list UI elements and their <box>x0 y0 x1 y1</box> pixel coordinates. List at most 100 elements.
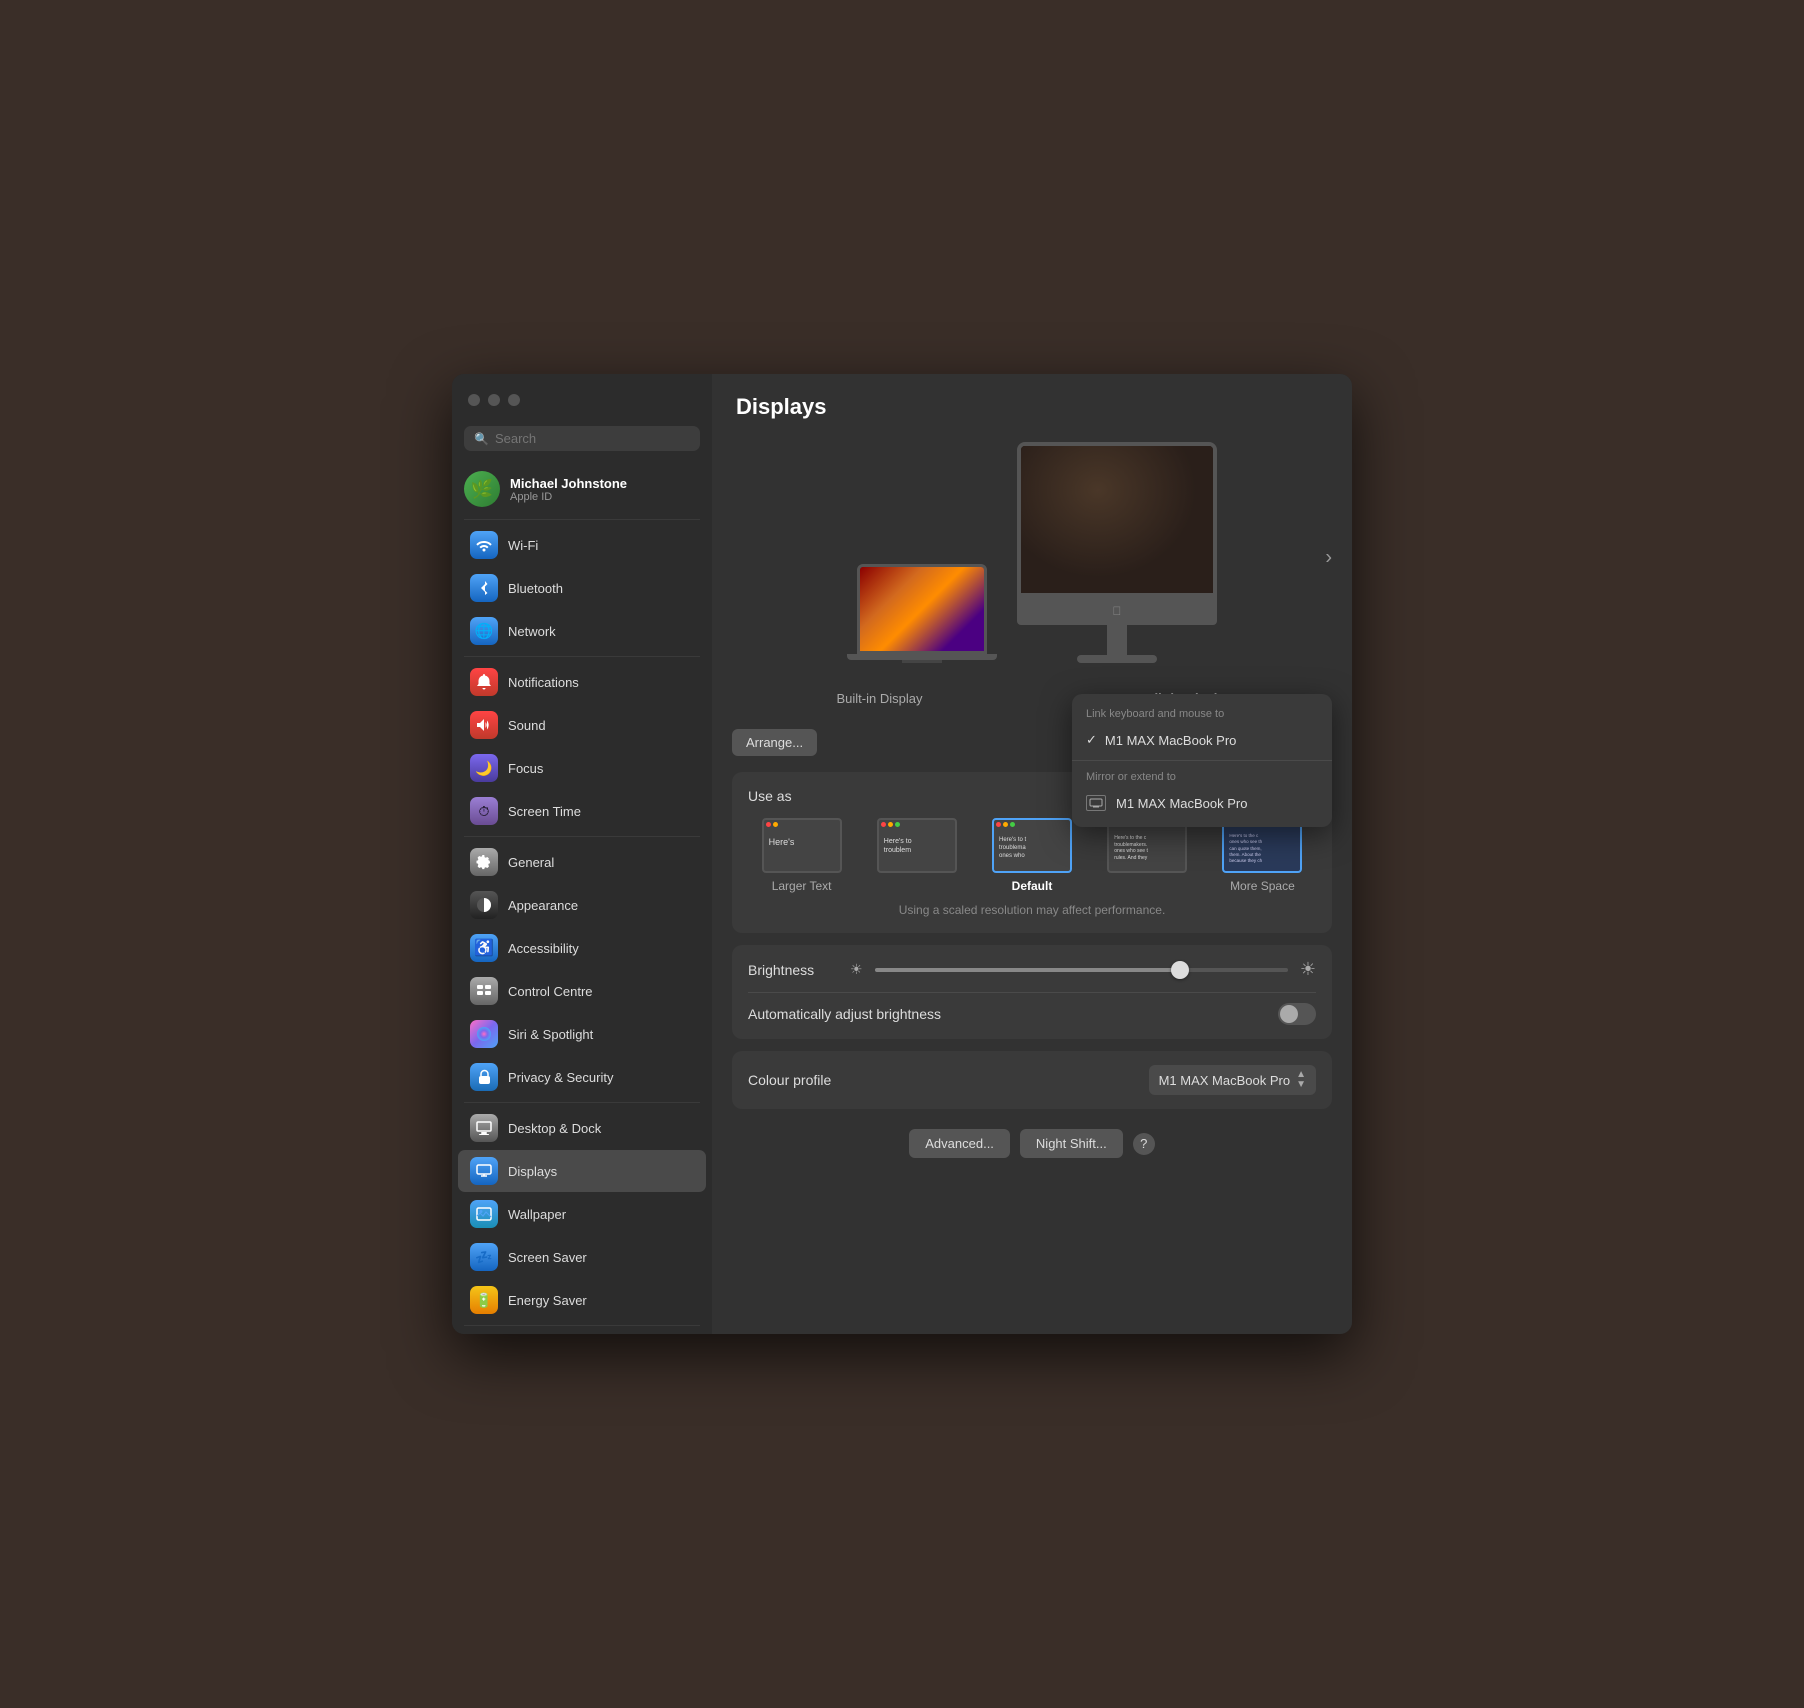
macbook-display[interactable] <box>847 564 997 663</box>
resolution-content-5: Here's to the cones who see thcan quote … <box>1224 820 1300 871</box>
sidebar-item-desktop[interactable]: Desktop & Dock <box>458 1107 706 1149</box>
resolution-screen-3: Here's to ttroublemaones who <box>992 818 1072 873</box>
resolution-content-2: Here's totroublem <box>879 820 955 871</box>
colour-profile-select[interactable]: M1 MAX MacBook Pro ▲▼ <box>1149 1065 1316 1095</box>
displays-body:  › Built-in Display Built-in Display Mi… <box>712 432 1352 1334</box>
dropdown-section-2-label: Mirror or extend to <box>1072 765 1332 787</box>
general-icon <box>470 848 498 876</box>
imac-screen <box>1017 442 1217 597</box>
dropdown-divider <box>1072 760 1332 761</box>
select-arrows-icon: ▲▼ <box>1296 1070 1306 1090</box>
screensaver-icon: 💤 <box>470 1243 498 1271</box>
sidebar-divider <box>464 519 700 520</box>
profile-subtitle: Apple ID <box>510 491 627 503</box>
sidebar-item-label-controlcentre: Control Centre <box>508 984 593 999</box>
dropdown-section-1-label: Link keyboard and mouse to <box>1072 702 1332 724</box>
dropdown-item-2-label: M1 MAX MacBook Pro <box>1116 796 1248 811</box>
resolution-option-2[interactable]: Here's totroublem <box>863 818 970 893</box>
use-as-label: Use as <box>748 788 792 804</box>
search-bar[interactable]: 🔍 <box>464 426 700 451</box>
macbook-screen-inner <box>860 567 984 651</box>
sidebar-item-displays[interactable]: Displays <box>458 1150 706 1192</box>
sound-icon <box>470 711 498 739</box>
scaled-note: Using a scaled resolution may affect per… <box>748 903 1316 917</box>
brightness-section: Brightness ☀ ☀ Automatically adjust brig… <box>732 945 1332 1039</box>
page-title: Displays <box>736 394 1328 420</box>
sidebar-item-screentime[interactable]: ⏱ Screen Time <box>458 790 706 832</box>
sidebar-item-controlcentre[interactable]: Control Centre <box>458 970 706 1012</box>
sidebar-divider5 <box>464 1325 700 1326</box>
siri-icon <box>470 1020 498 1048</box>
wifi-icon <box>470 531 498 559</box>
sidebar-item-privacy[interactable]: Privacy & Security <box>458 1056 706 1098</box>
sidebar-item-label-notifications: Notifications <box>508 675 579 690</box>
next-display-arrow[interactable]: › <box>1325 546 1332 569</box>
close-button[interactable] <box>468 394 480 406</box>
sidebar-item-label-network: Network <box>508 624 556 639</box>
brightness-low-icon: ☀ <box>850 961 863 978</box>
resolution-options: Here's Larger Text Here's totroublem <box>748 818 1316 893</box>
imac-display[interactable]:  <box>1017 442 1217 663</box>
settings-window: 🔍 🌿 Michael Johnstone Apple ID Wi-Fi <box>452 374 1352 1334</box>
monitor-icon <box>1086 795 1106 811</box>
auto-brightness-label: Automatically adjust brightness <box>748 1006 1278 1022</box>
sidebar-divider3 <box>464 836 700 837</box>
appearance-icon <box>470 891 498 919</box>
sidebar-item-label-sound: Sound <box>508 718 546 733</box>
sidebar-item-label-privacy: Privacy & Security <box>508 1070 613 1085</box>
sidebar-item-label-energy: Energy Saver <box>508 1293 587 1308</box>
night-shift-button[interactable]: Night Shift... <box>1020 1129 1123 1158</box>
resolution-label-5: More Space <box>1230 879 1295 893</box>
auto-brightness-toggle[interactable] <box>1278 1003 1316 1025</box>
sidebar-item-network[interactable]: 🌐 Network <box>458 610 706 652</box>
search-icon: 🔍 <box>474 432 489 446</box>
sidebar-item-wallpaper[interactable]: Wallpaper <box>458 1193 706 1235</box>
imac-screen-image <box>1021 446 1213 593</box>
dropdown-item-1[interactable]: M1 MAX MacBook Pro <box>1072 724 1332 756</box>
resolution-option-4[interactable]: Here's to the ctroublemakers.ones who se… <box>1094 818 1201 893</box>
advanced-button[interactable]: Advanced... <box>909 1129 1010 1158</box>
help-button[interactable]: ? <box>1133 1133 1155 1155</box>
energy-icon: 🔋 <box>470 1286 498 1314</box>
colour-profile-value: M1 MAX MacBook Pro <box>1159 1073 1291 1088</box>
colour-profile-row: Colour profile M1 MAX MacBook Pro ▲▼ <box>748 1065 1316 1095</box>
search-input[interactable] <box>495 431 690 446</box>
brightness-slider[interactable] <box>875 968 1288 972</box>
sidebar-item-accessibility[interactable]: ♿ Accessibility <box>458 927 706 969</box>
sidebar-item-notifications[interactable]: Notifications <box>458 661 706 703</box>
notifications-icon <box>470 668 498 696</box>
resolution-option-5[interactable]: Here's to the cones who see thcan quote … <box>1209 818 1316 893</box>
sidebar-item-label-displays: Displays <box>508 1164 557 1179</box>
main-header: Displays <box>712 374 1352 432</box>
minimize-button[interactable] <box>488 394 500 406</box>
dropdown-item-1-label: M1 MAX MacBook Pro <box>1105 733 1237 748</box>
dropdown-item-2[interactable]: M1 MAX MacBook Pro <box>1072 787 1332 819</box>
resolution-option-1[interactable]: Here's Larger Text <box>748 818 855 893</box>
sidebar-item-energy[interactable]: 🔋 Energy Saver <box>458 1279 706 1321</box>
profile-item[interactable]: 🌿 Michael Johnstone Apple ID <box>452 463 712 515</box>
network-icon: 🌐 <box>470 617 498 645</box>
brightness-label: Brightness <box>748 962 838 978</box>
imac-neck <box>1107 625 1127 655</box>
sidebar-item-lockscreen[interactable]: Lock Screen <box>458 1330 706 1334</box>
wallpaper-icon <box>470 1200 498 1228</box>
arrange-button[interactable]: Arrange... <box>732 729 817 756</box>
desktop-icon <box>470 1114 498 1142</box>
apple-logo:  <box>1113 604 1122 618</box>
sidebar-item-wifi[interactable]: Wi-Fi <box>458 524 706 566</box>
sidebar-item-focus[interactable]: 🌙 Focus <box>458 747 706 789</box>
macbook-display-label: Built-in Display <box>732 691 1027 706</box>
sidebar-item-appearance[interactable]: Appearance <box>458 884 706 926</box>
sidebar-item-bluetooth[interactable]: Bluetooth <box>458 567 706 609</box>
bluetooth-icon <box>470 574 498 602</box>
sidebar-item-sound[interactable]: Sound <box>458 704 706 746</box>
sidebar-item-siri[interactable]: Siri & Spotlight <box>458 1013 706 1055</box>
resolution-option-3[interactable]: Here's to ttroublemaones who Default <box>978 818 1085 893</box>
toggle-knob <box>1280 1005 1298 1023</box>
maximize-button[interactable] <box>508 394 520 406</box>
sidebar-item-screensaver[interactable]: 💤 Screen Saver <box>458 1236 706 1278</box>
brightness-high-icon: ☀ <box>1300 959 1316 980</box>
resolution-label-3: Default <box>1012 879 1053 893</box>
macbook-screen <box>857 564 987 654</box>
sidebar-item-general[interactable]: General <box>458 841 706 883</box>
